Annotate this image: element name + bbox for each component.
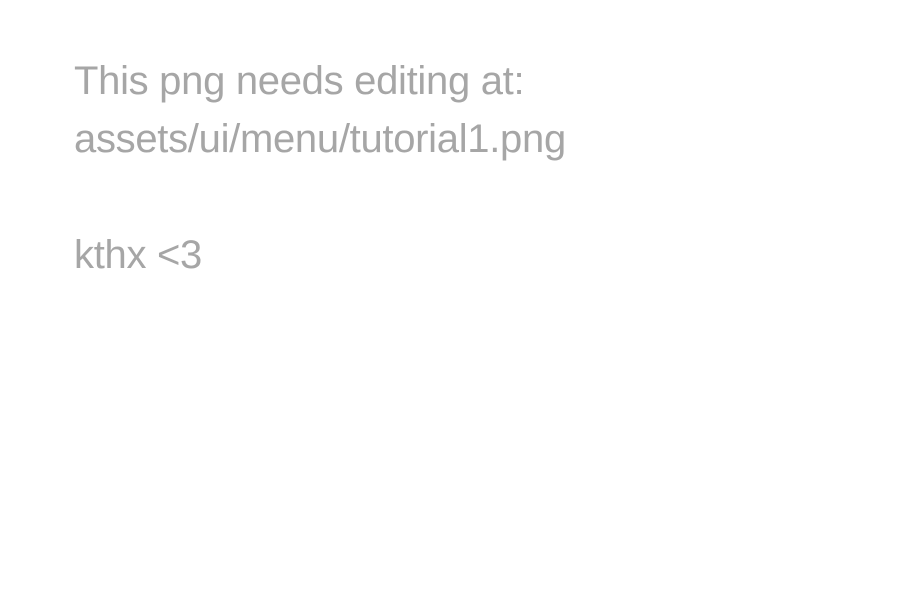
message-file-path: assets/ui/menu/tutorial1.png [74,117,566,161]
placeholder-message: This png needs editing at: assets/ui/men… [74,52,874,284]
message-signoff: kthx <3 [74,233,202,277]
message-line-1: This png needs editing at: [74,59,525,103]
